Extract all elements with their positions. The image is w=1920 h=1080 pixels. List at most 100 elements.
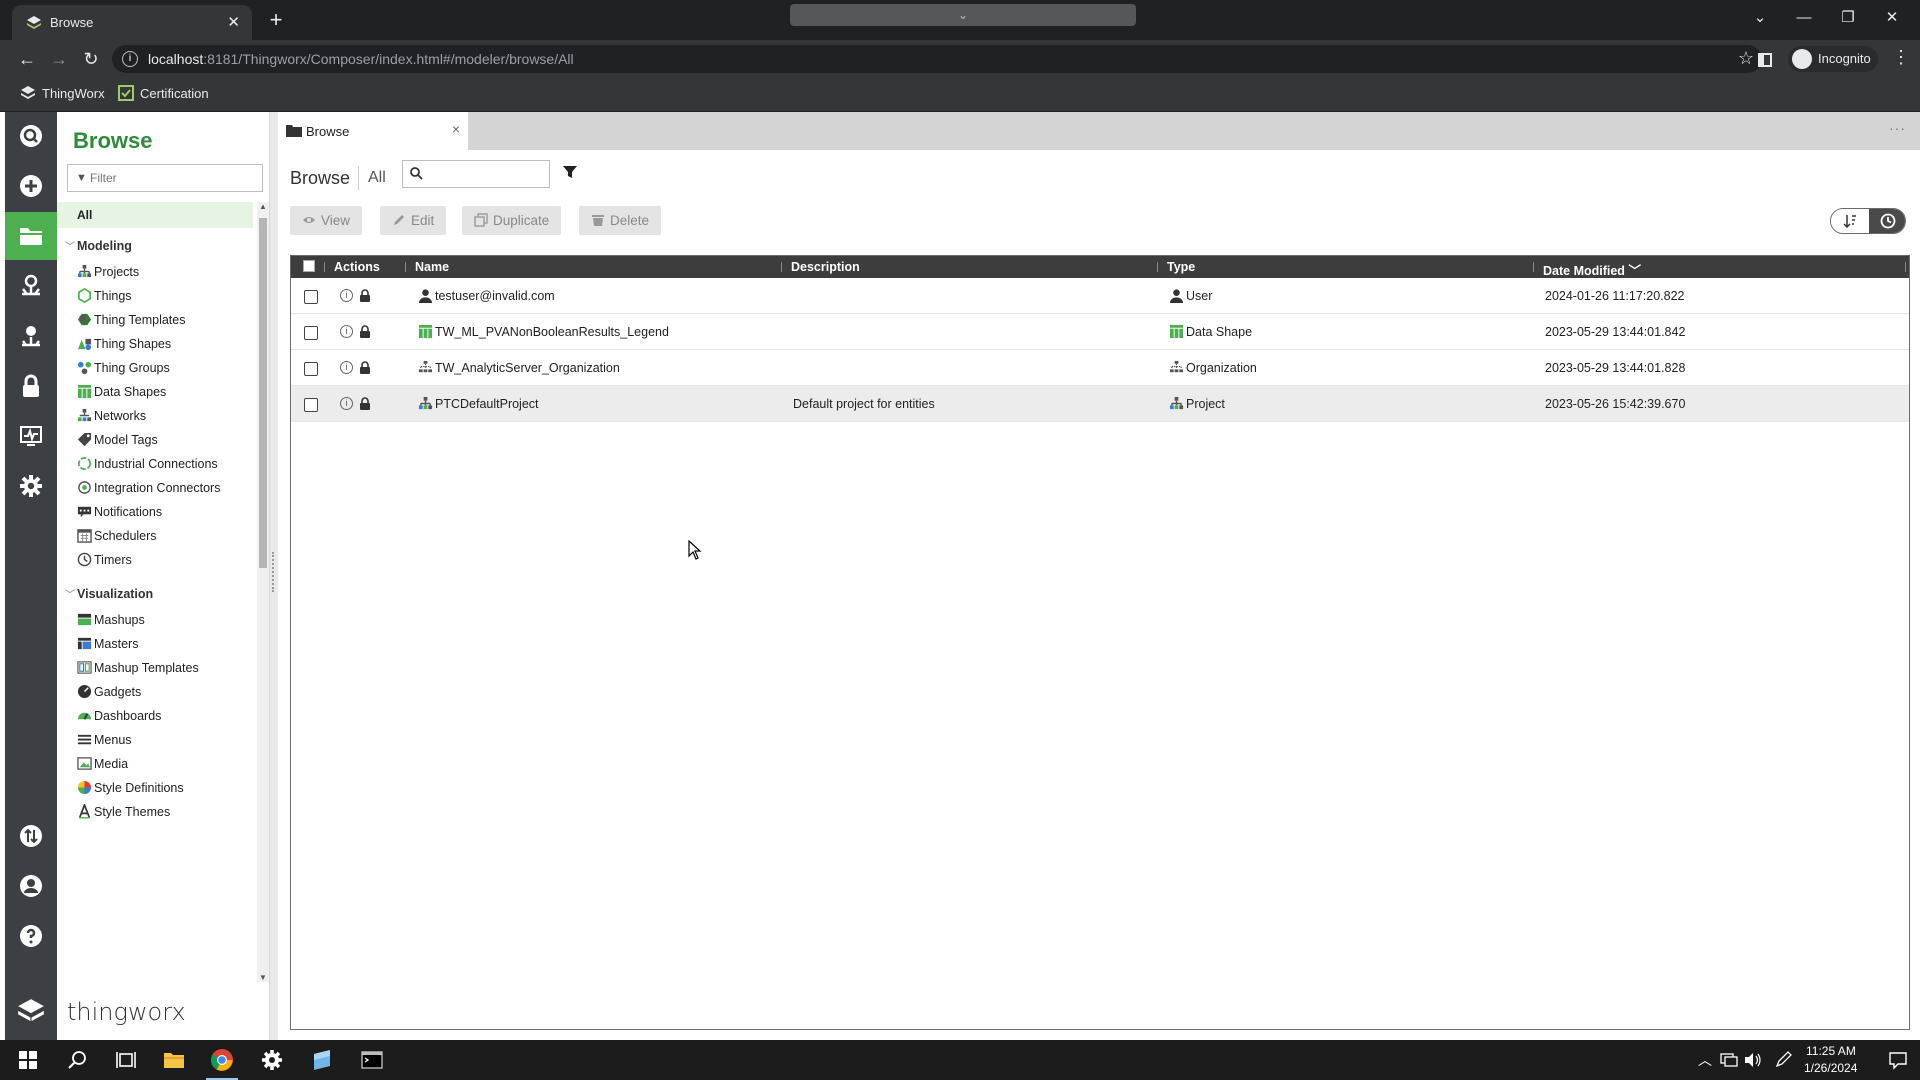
nav-item-dashboards[interactable]: Dashboards <box>77 708 257 730</box>
monitoring-rail-button[interactable] <box>5 412 57 460</box>
close-icon[interactable]: × <box>452 121 460 137</box>
security-rail-button[interactable] <box>5 362 57 410</box>
nav-item-projects[interactable]: Projects <box>77 264 257 286</box>
filter-field[interactable]: ▼ <box>67 164 263 192</box>
table-row[interactable]: i PTCDefaultProject Default project for … <box>291 386 1909 422</box>
minimize-icon[interactable]: — <box>1786 6 1822 30</box>
column-divider[interactable] <box>405 262 406 272</box>
table-row[interactable]: i testuser@invalid.com User 2024-01-26 1… <box>291 278 1909 314</box>
clock-time[interactable]: 11:25 AM <box>1806 1044 1856 1058</box>
nav-item-style-themes[interactable]: Style Themes <box>77 804 257 826</box>
side-panel-icon[interactable] <box>1758 53 1772 67</box>
nav-scrollbar[interactable]: ▲ ▼ <box>257 202 269 982</box>
bookmark-certification[interactable]: Certification <box>118 85 209 105</box>
nav-item-model-tags[interactable]: Model Tags <box>77 432 257 454</box>
info-icon[interactable]: i <box>340 325 353 338</box>
duplicate-button[interactable]: Duplicate <box>462 206 562 235</box>
nav-item-industrial-connections[interactable]: Industrial Connections <box>77 456 257 478</box>
row-name-cell[interactable]: PTCDefaultProject <box>418 396 539 411</box>
panel-splitter[interactable] <box>270 112 278 1040</box>
network-icon[interactable] <box>1720 1052 1738 1068</box>
delete-button[interactable]: Delete <box>579 206 662 235</box>
info-icon[interactable]: i <box>340 361 353 374</box>
clock-date[interactable]: 1/26/2024 <box>1804 1061 1857 1075</box>
restore-icon[interactable]: ❐ <box>1830 6 1866 30</box>
forward-icon[interactable]: → <box>46 46 72 72</box>
select-all-checkbox[interactable] <box>303 260 315 272</box>
row-checkbox[interactable] <box>304 362 318 376</box>
settings-button[interactable] <box>248 1040 296 1080</box>
splitter-grip[interactable] <box>272 552 275 592</box>
row-name-cell[interactable]: testuser@invalid.com <box>418 288 555 303</box>
search-input[interactable] <box>427 165 545 183</box>
scroll-down-icon[interactable]: ▼ <box>259 973 267 982</box>
column-name[interactable]: Name <box>415 260 449 274</box>
volume-icon[interactable] <box>1744 1052 1762 1068</box>
bookmark-star-icon[interactable]: ☆ <box>1738 48 1754 69</box>
column-divider[interactable] <box>781 262 782 272</box>
nav-item-mashup-templates[interactable]: Mashup Templates <box>77 660 257 682</box>
view-toggle[interactable] <box>1830 208 1906 234</box>
chevron-down-icon[interactable]: ⌄ <box>1742 6 1778 30</box>
row-name-cell[interactable]: TW_AnalyticServer_Organization <box>418 360 620 375</box>
scrollbar-thumb[interactable] <box>259 218 267 568</box>
nav-item-thing-shapes[interactable]: Thing Shapes <box>77 336 257 358</box>
info-icon[interactable]: i <box>340 397 353 410</box>
browser-tab[interactable]: Browse ✕ <box>12 5 252 40</box>
table-row[interactable]: i TW_AnalyticServer_Organization Organiz… <box>291 350 1909 386</box>
pen-icon[interactable] <box>1774 1051 1792 1069</box>
section-visualization[interactable]: ﹀ Visualization <box>57 586 257 608</box>
row-checkbox[interactable] <box>304 326 318 340</box>
view-button[interactable]: View <box>290 206 363 235</box>
organization-rail-button[interactable] <box>5 312 57 360</box>
more-icon[interactable]: ··· <box>1889 120 1906 136</box>
close-window-icon[interactable]: ✕ <box>1874 6 1910 30</box>
app-button[interactable] <box>298 1040 346 1080</box>
row-checkbox[interactable] <box>304 290 318 304</box>
tab-search-button[interactable]: ⌄ <box>790 4 1136 26</box>
taskbar-search[interactable] <box>54 1040 102 1080</box>
close-icon[interactable]: ✕ <box>227 13 240 31</box>
nav-item-masters[interactable]: Masters <box>77 636 257 658</box>
address-bar[interactable]: i localhost:8181/Thingworx/Composer/inde… <box>112 45 1762 73</box>
table-row[interactable]: i TW_ML_PVANonBooleanResults_Legend Data… <box>291 314 1909 350</box>
reload-icon[interactable]: ↻ <box>78 46 104 72</box>
lock-icon[interactable] <box>359 397 371 410</box>
info-icon[interactable]: i <box>122 51 138 67</box>
nav-item-timers[interactable]: Timers <box>77 552 257 574</box>
new-tab-button[interactable]: + <box>262 6 290 34</box>
nav-item-integration-connectors[interactable]: Integration Connectors <box>77 480 257 502</box>
nav-item-things[interactable]: Things <box>77 288 257 310</box>
settings-rail-button[interactable] <box>5 462 57 510</box>
workspace-tab-browse[interactable]: Browse × <box>278 112 468 150</box>
row-checkbox[interactable] <box>304 398 318 412</box>
nav-item-menus[interactable]: Menus <box>77 732 257 754</box>
file-explorer-button[interactable] <box>150 1040 198 1080</box>
section-modeling[interactable]: ﹀ Modeling <box>57 238 257 260</box>
new-entity-rail-button[interactable] <box>5 162 57 210</box>
edit-button[interactable]: Edit <box>380 206 447 235</box>
browser-menu-icon[interactable]: ⋮ <box>1892 47 1910 68</box>
nav-item-schedulers[interactable]: Schedulers <box>77 528 257 550</box>
nav-item-style-definitions[interactable]: Style Definitions <box>77 780 257 802</box>
chrome-button[interactable] <box>198 1040 246 1080</box>
browse-rail-button[interactable] <box>5 212 57 260</box>
column-type[interactable]: Type <box>1167 260 1195 274</box>
lock-icon[interactable] <box>359 361 371 374</box>
sort-view-toggle[interactable] <box>1831 209 1869 233</box>
incognito-badge[interactable]: Incognito <box>1788 46 1878 72</box>
scroll-up-icon[interactable]: ▲ <box>259 202 267 211</box>
nav-item-thing-groups[interactable]: Thing Groups <box>77 360 257 382</box>
terminal-button[interactable] <box>348 1040 396 1080</box>
back-icon[interactable]: ← <box>14 46 40 72</box>
chevron-up-icon[interactable]: ︿ <box>1698 1050 1712 1070</box>
search-rail-button[interactable] <box>5 112 57 160</box>
lock-icon[interactable] <box>359 289 371 302</box>
column-divider[interactable] <box>1157 262 1158 272</box>
bookmark-thingworx[interactable]: ThingWorx <box>20 85 105 105</box>
column-description[interactable]: Description <box>791 260 860 274</box>
search-field[interactable] <box>402 160 550 188</box>
nav-item-data-shapes[interactable]: Data Shapes <box>77 384 257 406</box>
filter-icon[interactable] <box>562 164 578 180</box>
nav-item-mashups[interactable]: Mashups <box>77 612 257 634</box>
